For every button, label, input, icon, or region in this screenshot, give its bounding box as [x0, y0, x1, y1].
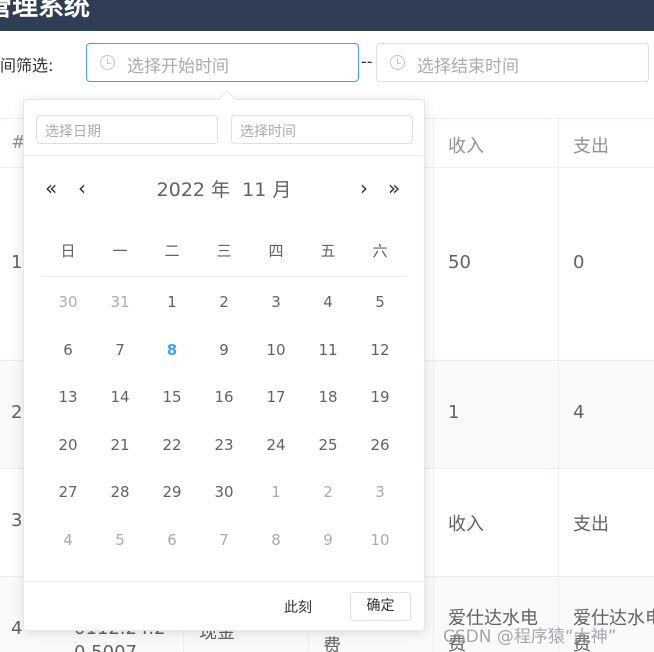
table-cell-index: 1: [11, 252, 23, 273]
calendar-day[interactable]: 30: [198, 477, 250, 507]
table-cell-expense: 4: [573, 402, 585, 423]
picker-date-input[interactable]: 选择日期: [36, 115, 218, 144]
now-button[interactable]: 此刻: [284, 597, 312, 617]
calendar-day[interactable]: 5: [94, 525, 146, 555]
calendar-day[interactable]: 21: [94, 430, 146, 460]
calendar-day[interactable]: 20: [42, 430, 94, 460]
end-time-placeholder: 选择结束时间: [417, 57, 519, 77]
calendar-day[interactable]: 5: [354, 287, 406, 317]
end-time-input[interactable]: 选择结束时间: [376, 43, 649, 82]
calendar-day[interactable]: 6: [146, 525, 198, 555]
weekday-label: 六: [372, 242, 388, 260]
calendar-day[interactable]: 31: [94, 287, 146, 317]
weekday-label: 四: [268, 242, 284, 260]
picker-time-input[interactable]: 选择时间: [231, 115, 413, 144]
table-header-expense: 支出: [573, 136, 609, 157]
weekday-label: 三: [216, 242, 232, 260]
weekday-label: 五: [320, 242, 336, 260]
calendar-day[interactable]: 24: [250, 430, 302, 460]
clock-icon: [390, 55, 405, 70]
calendar-day[interactable]: 9: [302, 525, 354, 555]
calendar-day[interactable]: 19: [354, 382, 406, 412]
app-header: 管理系统: [0, 0, 654, 31]
watermark: CSDN @程序猿“大神”: [443, 627, 617, 647]
datetime-picker-popover: 选择日期 选择时间 « ‹ 2022 年 11 月 › » 日一二三四五六 30…: [23, 90, 425, 631]
calendar-day[interactable]: 29: [146, 477, 198, 507]
calendar-day[interactable]: 22: [146, 430, 198, 460]
calendar-day[interactable]: 12: [354, 335, 406, 365]
calendar-day[interactable]: 16: [198, 382, 250, 412]
month-label[interactable]: 11 月: [242, 179, 291, 201]
table-cell-index: 3: [11, 510, 23, 531]
year-label[interactable]: 2022 年: [157, 179, 230, 201]
calendar-day[interactable]: 4: [302, 287, 354, 317]
calendar-day[interactable]: 10: [354, 525, 406, 555]
table-cell-expense: 支出: [573, 514, 609, 535]
start-time-placeholder: 选择开始时间: [127, 57, 229, 77]
start-time-input[interactable]: 选择开始时间: [86, 43, 359, 82]
calendar-day-today[interactable]: 8: [146, 335, 198, 365]
table-cell-income: 1: [448, 402, 460, 423]
calendar-day[interactable]: 27: [42, 477, 94, 507]
weekday-divider: [41, 276, 407, 277]
calendar-day[interactable]: 7: [94, 335, 146, 365]
calendar-day[interactable]: 2: [198, 287, 250, 317]
calendar-day[interactable]: 1: [250, 477, 302, 507]
calendar-day[interactable]: 4: [42, 525, 94, 555]
table-column-divider: [433, 118, 434, 652]
calendar-day[interactable]: 1: [146, 287, 198, 317]
range-separator: --: [361, 52, 373, 71]
table-cell-index: 2: [11, 402, 23, 423]
weekday-label: 一: [112, 242, 128, 260]
calendar-day[interactable]: 11: [302, 335, 354, 365]
table-cell-income: 收入: [448, 514, 484, 535]
calendar-day[interactable]: 14: [94, 382, 146, 412]
calendar-day[interactable]: 13: [42, 382, 94, 412]
calendar-day[interactable]: 15: [146, 382, 198, 412]
popover-arrow: [218, 90, 236, 108]
calendar-day[interactable]: 9: [198, 335, 250, 365]
calendar-day[interactable]: 18: [302, 382, 354, 412]
picker-divider: [24, 155, 424, 156]
weekday-label: 二: [164, 242, 180, 260]
picker-footer: 此刻 确定: [24, 581, 424, 631]
table-cell-index: 4: [11, 618, 23, 639]
next-month-button[interactable]: ›: [360, 178, 368, 198]
app-title: 管理系统: [0, 0, 91, 22]
calendar-day[interactable]: 6: [42, 335, 94, 365]
calendar-day[interactable]: 26: [354, 430, 406, 460]
table-cell-income: 50: [448, 252, 471, 273]
calendar-day[interactable]: 25: [302, 430, 354, 460]
table-column-divider: [558, 118, 559, 652]
confirm-button[interactable]: 确定: [350, 592, 411, 621]
calendar-day[interactable]: 23: [198, 430, 250, 460]
calendar-day[interactable]: 17: [250, 382, 302, 412]
table-cell-note: 费: [323, 636, 341, 652]
table-cell-date: 0.5007: [74, 642, 137, 652]
calendar-day[interactable]: 30: [42, 287, 94, 317]
calendar-day[interactable]: 7: [198, 525, 250, 555]
time-filter-label: 间筛选:: [0, 56, 54, 75]
next-year-button[interactable]: »: [388, 178, 400, 198]
picker-time-placeholder: 选择时间: [240, 124, 296, 140]
calendar-day[interactable]: 2: [302, 477, 354, 507]
calendar-day[interactable]: 3: [250, 287, 302, 317]
table-header-income: 收入: [448, 136, 484, 157]
calendar-day[interactable]: 3: [354, 477, 406, 507]
clock-icon: [100, 55, 115, 70]
calendar-day[interactable]: 10: [250, 335, 302, 365]
calendar-day[interactable]: 28: [94, 477, 146, 507]
weekday-label: 日: [60, 242, 76, 260]
table-cell-expense: 0: [573, 252, 585, 273]
picker-date-placeholder: 选择日期: [45, 124, 101, 140]
calendar-day[interactable]: 8: [250, 525, 302, 555]
